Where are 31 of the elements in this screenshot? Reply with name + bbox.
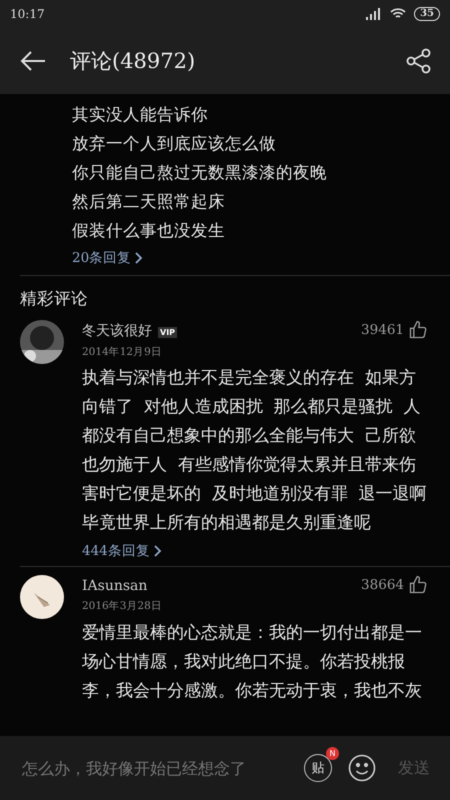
replies-link[interactable]: 444条回复 xyxy=(82,542,162,560)
user-name[interactable]: 冬天该很好 xyxy=(82,323,152,339)
replies-link[interactable]: 20条回复 xyxy=(72,249,144,267)
comment-text: 执着与深情也并不是完全褒义的存在 如果方向错了 对他人造成困扰 那么都只是骚扰 人都没有自己想象中的那么全能与伟大 己所欲也勿施于人 有些感情你觉得太累并且带来伤害时它便是坏的 及时地道别没有罪 退一退啊毕竟世界上所有的相遇都是久别重逢呢 xyxy=(82,367,428,535)
share-icon[interactable] xyxy=(406,48,432,74)
user-name[interactable]: IAsunsan xyxy=(82,578,148,594)
smiley-icon[interactable] xyxy=(348,754,376,782)
comment-line: 放弃一个人到底应该怎么做 xyxy=(72,133,277,155)
page-title: 评论(48972) xyxy=(70,48,196,75)
comment-text: 爱情里最棒的心态就是：我的一切付出都是一场心甘情愿，我对此绝口不提。你若投桃报李，我会十分感激。你若无动于衷，我也不灰 xyxy=(82,622,423,703)
notification-badge: N xyxy=(326,747,339,760)
like-count: 39461 xyxy=(361,322,404,338)
chevron-right-icon xyxy=(135,252,144,264)
comment-line: 假装什么事也没发生 xyxy=(72,220,226,242)
thumbs-up-icon[interactable] xyxy=(408,320,428,340)
like-count: 38664 xyxy=(361,577,404,593)
comment-date: 2014年12月9日 xyxy=(82,346,162,358)
chevron-right-icon xyxy=(154,545,162,557)
signal-icon xyxy=(366,8,382,20)
comment-date: 2016年3月28日 xyxy=(82,600,162,612)
section-title: 精彩评论 xyxy=(19,288,89,310)
comment-line: 其实没人能告诉你 xyxy=(72,104,209,126)
thumbs-up-icon[interactable] xyxy=(408,575,428,595)
comment-line: 你只能自己熬过无数黑漆漆的夜晚 xyxy=(72,162,328,184)
clock: 10:17 xyxy=(10,7,45,21)
comment-line: 然后第二天照常起床 xyxy=(72,191,226,213)
wifi-icon xyxy=(390,8,406,20)
back-arrow-icon[interactable] xyxy=(20,50,46,72)
battery-level: 35 xyxy=(414,7,440,21)
vip-badge: VIP xyxy=(158,327,178,338)
comment-input[interactable]: 怎么办，我好像开始已经想念了 xyxy=(20,758,288,778)
